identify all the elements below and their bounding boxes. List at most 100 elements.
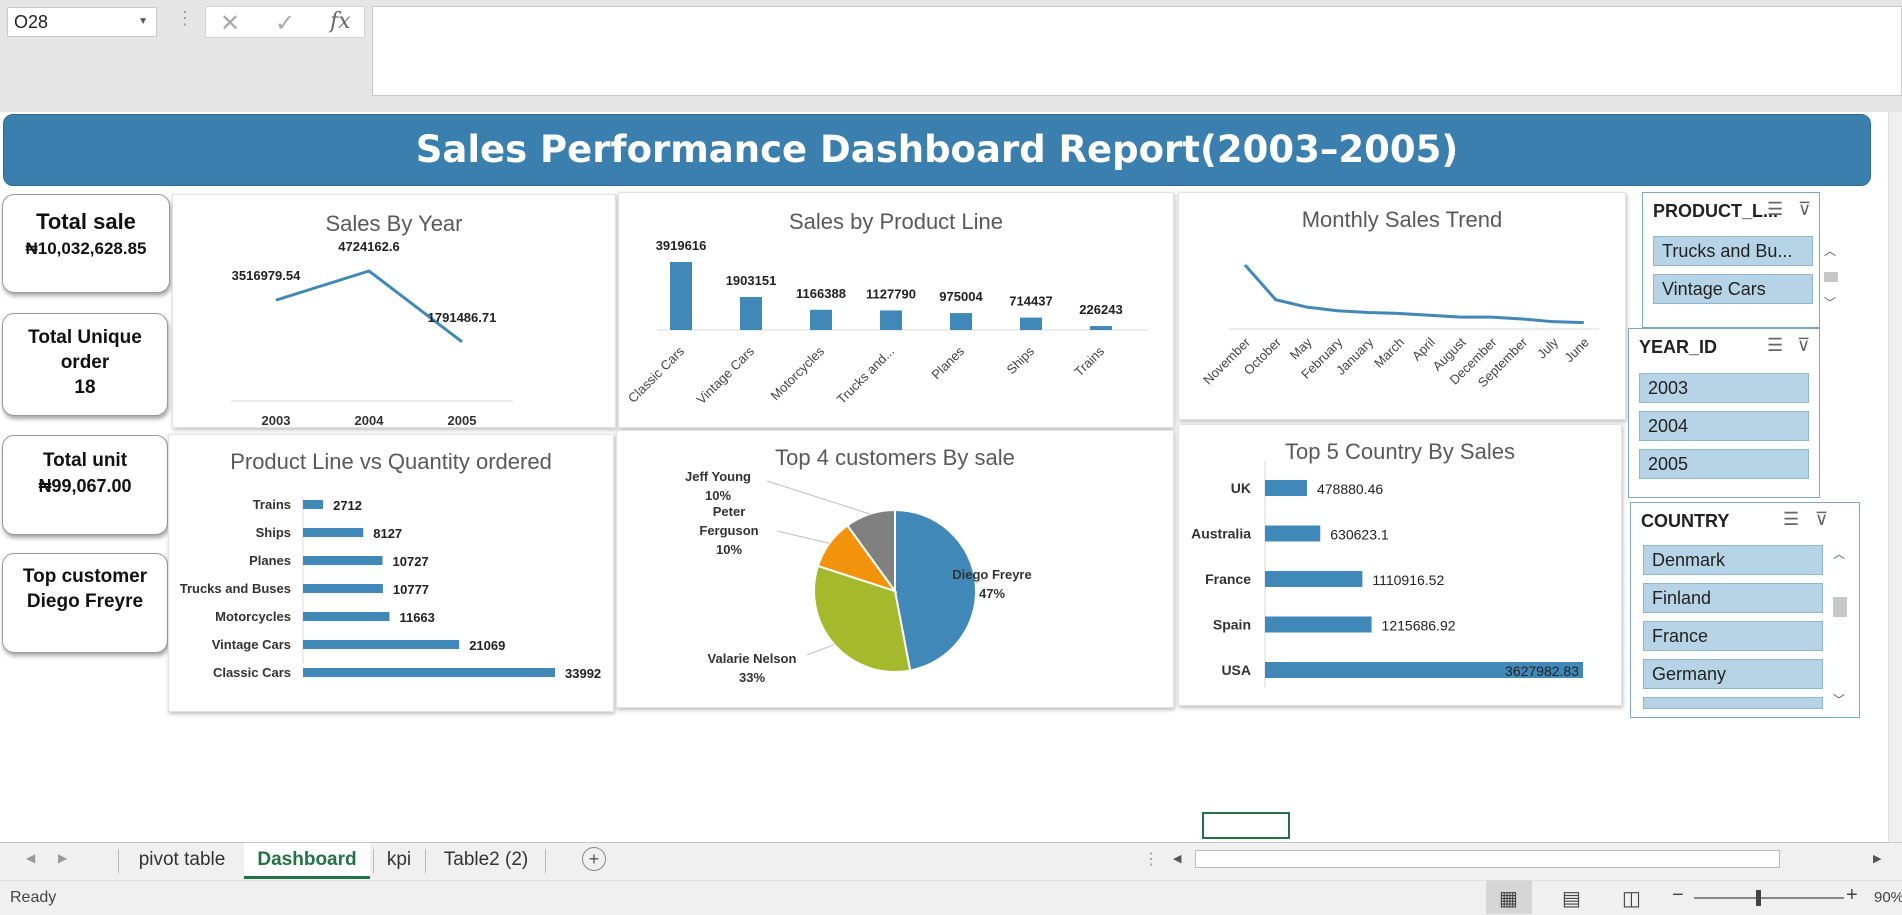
chevron-up-icon[interactable]: ︿ <box>1833 545 1845 562</box>
data-label: 478880.46 <box>1317 481 1383 497</box>
tab-dashboard[interactable]: Dashboard <box>244 843 370 879</box>
chevron-down-icon[interactable]: ▼ <box>138 8 148 36</box>
chevron-down-icon[interactable]: ﹀ <box>1833 691 1845 708</box>
tab-divider <box>425 849 426 873</box>
add-sheet-icon[interactable]: + <box>582 847 606 871</box>
slicer-item[interactable]: 2005 <box>1639 449 1809 479</box>
zoom-slider-thumb[interactable] <box>1756 890 1761 906</box>
page-break-icon[interactable]: ◫ <box>1622 886 1641 911</box>
x-tick-label: Trucks and... <box>834 344 897 407</box>
kpi-value: Diego Freyre <box>26 591 144 612</box>
chart-top-customers[interactable]: Top 4 customers By sale Diego Freyre 47% V… <box>616 430 1174 708</box>
data-label: 3919616 <box>656 238 707 253</box>
slicer-product-scrollbar[interactable]: ︿ ﹀ <box>1822 232 1840 314</box>
data-label: 1215686.92 <box>1382 618 1456 634</box>
tab-kpi[interactable]: kpi <box>376 843 422 879</box>
monthly-sales-trend-plot: NovemberOctober MayFebruaryJanuaryMarch Ap… <box>1200 264 1599 390</box>
cancel-icon[interactable]: ✕ <box>220 9 240 38</box>
kpi-total-sale: Total sale ₦10,032,628.85 <box>2 194 170 293</box>
slicer-item[interactable]: Trucks and Bu... <box>1653 236 1813 266</box>
slice-label: Diego Freyre <box>952 567 1031 582</box>
slicer-item[interactable]: France <box>1643 621 1823 651</box>
bar <box>1265 480 1307 496</box>
chart-product-line-vs-quantity[interactable]: Product Line vs Quantity ordered Trains 2… <box>168 434 614 712</box>
slicer-item-partial[interactable] <box>1643 697 1823 709</box>
bar <box>1265 616 1372 633</box>
slicer-scroll-thumb[interactable] <box>1824 272 1838 282</box>
chart-monthly-sales-trend[interactable]: Monthly Sales Trend November October May Fe… <box>1178 192 1626 420</box>
zoom-in-icon[interactable]: + <box>1846 884 1858 907</box>
chart-sales-by-product-line[interactable]: Sales by Product Line 3919616 Classic Car… <box>618 192 1174 428</box>
data-label: 975004 <box>939 289 983 304</box>
chevron-down-icon[interactable]: ﹀ <box>1824 294 1836 311</box>
zoom-level: 90% <box>1874 889 1902 906</box>
bar <box>1265 525 1321 542</box>
bar <box>1265 571 1363 587</box>
page-layout-icon[interactable]: ▤ <box>1562 886 1581 911</box>
more-vertical-icon[interactable]: ⋮ <box>1143 849 1159 869</box>
tab-table2[interactable]: Table2 (2) <box>430 843 542 879</box>
sales-by-year-plot: 3516979.54 2003 4724162.6 2004 1791486.71 200… <box>231 239 513 428</box>
bar <box>1090 326 1112 330</box>
horizontal-scroll-thumb[interactable] <box>1195 850 1780 868</box>
slicer-item[interactable]: Germany <box>1643 659 1823 689</box>
x-tick-label: March <box>1371 335 1407 371</box>
zoom-slider[interactable] <box>1694 897 1844 899</box>
clear-filter-icon[interactable]: ⊽ <box>1815 509 1828 530</box>
multi-select-icon[interactable]: ☰ <box>1767 199 1783 220</box>
kpi-top-customer: Top customer Diego Freyre <box>2 553 168 653</box>
data-label: 226243 <box>1079 302 1122 317</box>
kpi-label: Total Unique <box>28 327 142 348</box>
scroll-right-icon[interactable]: ▶ <box>1873 852 1881 865</box>
y-tick-label: Vintage Cars <box>212 637 291 652</box>
y-tick-label: Ships <box>256 525 291 540</box>
slicer-product-line[interactable]: PRODUCT_L... ☰ ⊽ Trucks and Bu... Vintag… <box>1642 192 1820 328</box>
function-icon[interactable]: fx <box>330 9 351 34</box>
kpi-label: Total sale <box>36 209 136 234</box>
scroll-left-icon[interactable]: ◀ <box>1173 852 1181 865</box>
data-label: 1903151 <box>726 273 777 288</box>
formula-input[interactable] <box>372 6 1902 96</box>
data-label: 630623.1 <box>1330 527 1389 543</box>
slicer-country[interactable]: COUNTRY ☰ ⊽ Denmark Finland France Germa… <box>1630 502 1860 718</box>
selected-cell[interactable] <box>1202 812 1290 839</box>
slicer-item[interactable]: Vintage Cars <box>1653 274 1813 304</box>
status-ready: Ready <box>10 889 57 906</box>
name-box[interactable]: O28 ▼ <box>7 7 157 37</box>
multi-select-icon[interactable]: ☰ <box>1767 335 1783 356</box>
prev-sheet-icon[interactable]: ◀ <box>26 851 35 865</box>
x-tick-label: July <box>1534 334 1561 361</box>
more-vertical-icon[interactable]: ⋮ <box>176 8 194 29</box>
series-line <box>1243 264 1584 325</box>
chart-sales-by-year[interactable]: Sales By Year 3516979.54 2003 4724162.6 200… <box>172 194 616 428</box>
bar <box>1020 317 1042 330</box>
slicer-year[interactable]: YEAR_ID ☰ ⊽ 2003 2004 2005 <box>1628 328 1820 498</box>
product-line-quantity-plot: Trains 2712 Ships 8127 Planes 10727 Trucks and… <box>180 497 601 681</box>
next-sheet-icon[interactable]: ▶ <box>58 851 67 865</box>
grid-icon: ▦ <box>1499 888 1518 910</box>
chevron-up-icon[interactable]: ︿ <box>1824 242 1836 259</box>
zoom-out-icon[interactable]: − <box>1672 884 1684 907</box>
slicer-item[interactable]: Finland <box>1643 583 1823 613</box>
y-tick-label: USA <box>1221 662 1251 678</box>
slice-pct: 10% <box>705 488 731 503</box>
slicer-item[interactable]: 2003 <box>1639 373 1809 403</box>
y-tick-label: Spain <box>1213 617 1251 633</box>
clear-filter-icon[interactable]: ⊽ <box>1797 335 1810 356</box>
enter-icon[interactable]: ✓ <box>275 9 295 38</box>
vertical-scrollbar[interactable] <box>1888 112 1902 842</box>
slicer-scroll-thumb[interactable] <box>1833 597 1847 617</box>
data-label: 2712 <box>333 498 362 513</box>
y-tick-label: Trains <box>253 497 291 512</box>
clear-filter-icon[interactable]: ⊽ <box>1798 199 1811 220</box>
slicer-title: YEAR_ID <box>1639 337 1718 357</box>
slicer-item[interactable]: 2004 <box>1639 411 1809 441</box>
leader-line <box>776 530 830 544</box>
chart-top-countries[interactable]: Top 5 Country By Sales UK 478880.46 Austra… <box>1178 424 1622 706</box>
kpi-label: order <box>60 352 110 373</box>
tab-pivot-table[interactable]: pivot table <box>124 843 240 879</box>
multi-select-icon[interactable]: ☰ <box>1783 509 1799 530</box>
normal-view-button[interactable]: ▦ <box>1486 881 1532 914</box>
slicer-scrollbar[interactable]: ︿ ﹀ <box>1831 545 1849 709</box>
slicer-item[interactable]: Denmark <box>1643 545 1823 575</box>
